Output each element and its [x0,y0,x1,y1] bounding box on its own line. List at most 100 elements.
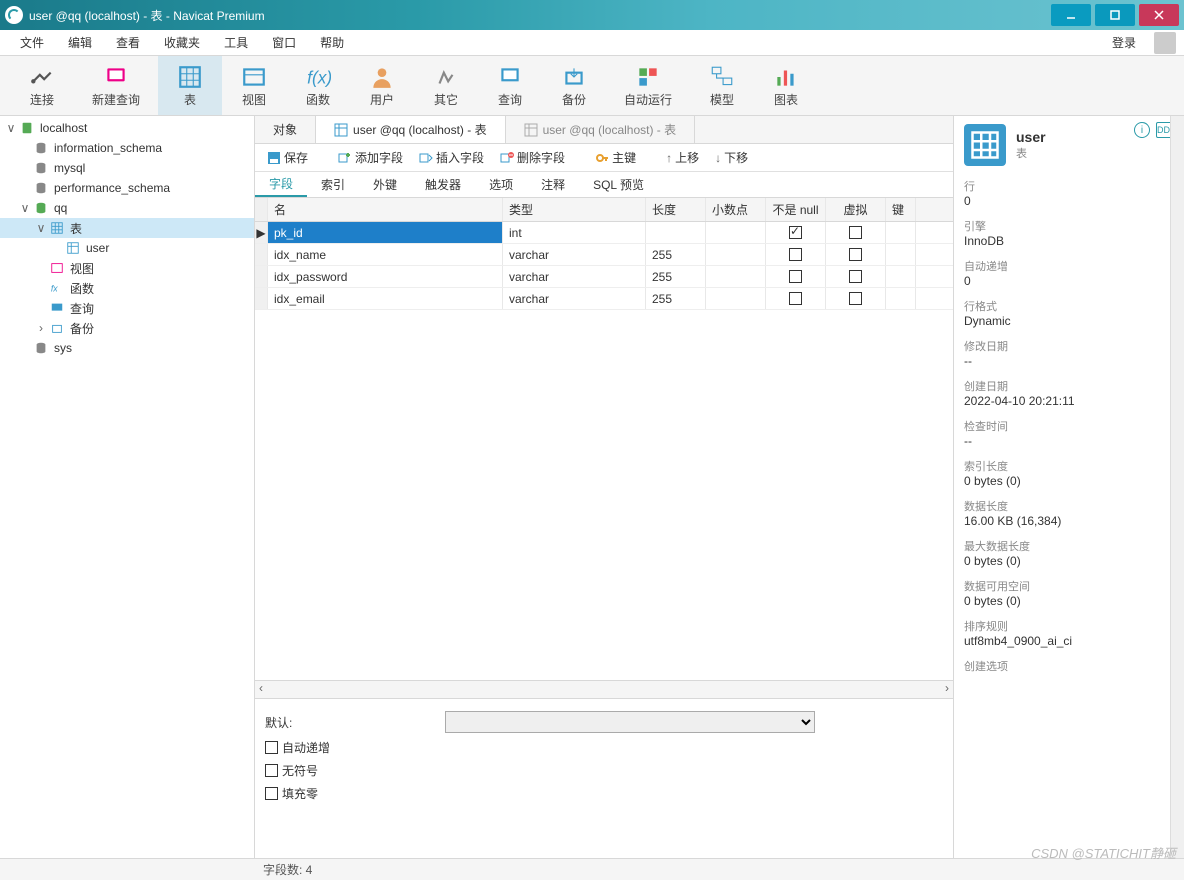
info-property: 自动递增0 [964,258,1174,288]
menu-bar: 文件 编辑 查看 收藏夹 工具 窗口 帮助 登录 [0,30,1184,56]
insert-field-button[interactable]: 插入字段 [413,149,490,166]
col-type[interactable]: 类型 [503,198,646,221]
backup-icon [48,320,66,336]
toolbar-other[interactable]: 其它 [414,56,478,115]
close-button[interactable] [1139,4,1179,26]
info-icon[interactable]: i [1134,122,1150,138]
info-property: 创建日期2022-04-10 20:21:11 [964,378,1174,408]
menu-view[interactable]: 查看 [104,34,152,51]
app-logo-icon [5,6,23,24]
maximize-button[interactable] [1095,4,1135,26]
primary-key-button[interactable]: 主键 [589,149,642,166]
col-notnull[interactable]: 不是 null [766,198,826,221]
login-button[interactable]: 登录 [1100,34,1148,51]
vertical-scrollbar[interactable] [1170,116,1184,858]
tree-queries[interactable]: 查询 [0,298,254,318]
toolbar-model[interactable]: 模型 [690,56,754,115]
toolbar-table[interactable]: 表 [158,56,222,115]
toolbar-view[interactable]: 视图 [222,56,286,115]
tab-user-inactive[interactable]: user @qq (localhost) - 表 [506,116,696,143]
default-label: 默认: [265,714,445,731]
tree-db-mysql[interactable]: mysql [0,158,254,178]
toolbar-user[interactable]: 用户 [350,56,414,115]
main-toolbar: 连接 新建查询 表 视图 f(x)函数 用户 其它 查询 备份 自动运行 模型 … [0,56,1184,116]
tree-db-sys[interactable]: sys [0,338,254,358]
tab-objects[interactable]: 对象 [255,116,316,143]
menu-edit[interactable]: 编辑 [56,34,104,51]
tree-connection-localhost[interactable]: ∨ localhost [0,118,254,138]
subtab-indexes[interactable]: 索引 [307,172,359,197]
subtab-fields[interactable]: 字段 [255,172,307,197]
toolbar-new-query[interactable]: 新建查询 [74,56,158,115]
subtab-sql-preview[interactable]: SQL 预览 [579,172,658,197]
menu-favorites[interactable]: 收藏夹 [152,34,212,51]
tree-functions[interactable]: fx函数 [0,278,254,298]
default-select[interactable] [445,711,815,733]
avatar-icon[interactable] [1154,32,1176,54]
grid-body[interactable]: ▶ pk_id int idx_name varchar 255 idx_pas… [255,222,953,680]
info-subtitle: 表 [1016,145,1046,161]
toolbar-function[interactable]: f(x)函数 [286,56,350,115]
svg-text:fx: fx [51,284,58,294]
move-down-button[interactable]: ↓下移 [709,149,754,166]
zerofill-checkbox[interactable]: 填充零 [265,785,445,802]
subtab-comment[interactable]: 注释 [527,172,579,197]
add-field-button[interactable]: 添加字段 [332,149,409,166]
window-title: user @qq (localhost) - 表 - Navicat Premi… [29,7,1047,24]
grid-row[interactable]: idx_password varchar 255 [255,266,953,288]
menu-file[interactable]: 文件 [8,34,56,51]
tree-backups[interactable]: ›备份 [0,318,254,338]
auto-increment-checkbox[interactable]: 自动递增 [265,739,445,756]
save-button[interactable]: 保存 [261,149,314,166]
info-property: 引擎InnoDB [964,218,1174,248]
col-virtual[interactable]: 虚拟 [826,198,886,221]
col-decimal[interactable]: 小数点 [706,198,766,221]
tab-user-active[interactable]: user @qq (localhost) - 表 [316,116,506,143]
fields-grid: 名 类型 长度 小数点 不是 null 虚拟 键 ▶ pk_id int idx… [255,198,953,698]
toolbar-backup[interactable]: 备份 [542,56,606,115]
view-icon [48,260,66,276]
info-panel: i DDL user 表 行0引擎InnoDB自动递增0行格式Dynamic修改… [954,116,1184,858]
move-up-button[interactable]: ↑上移 [660,149,705,166]
col-name[interactable]: 名 [268,198,503,221]
info-property: 索引长度0 bytes (0) [964,458,1174,488]
toolbar-autorun[interactable]: 自动运行 [606,56,690,115]
title-bar: user @qq (localhost) - 表 - Navicat Premi… [0,0,1184,30]
tree-db-performance-schema[interactable]: performance_schema [0,178,254,198]
tree-views[interactable]: 视图 [0,258,254,278]
toolbar-connect[interactable]: 连接 [10,56,74,115]
function-icon: fx [48,280,66,296]
info-title: user [1016,129,1046,145]
table-group-icon [48,220,66,236]
tree-db-qq[interactable]: ∨qq [0,198,254,218]
status-field-count: 字段数: 4 [263,861,312,878]
subtab-foreign-keys[interactable]: 外键 [359,172,411,197]
grid-row[interactable]: idx_email varchar 255 [255,288,953,310]
col-key[interactable]: 键 [886,198,916,221]
grid-row[interactable]: ▶ pk_id int [255,222,953,244]
info-property: 数据长度16.00 KB (16,384) [964,498,1174,528]
tree-tables[interactable]: ∨表 [0,218,254,238]
info-property: 修改日期-- [964,338,1174,368]
database-icon [32,140,50,156]
menu-help[interactable]: 帮助 [308,34,356,51]
table-icon [524,123,538,137]
grid-row[interactable]: idx_name varchar 255 [255,244,953,266]
tree-db-information-schema[interactable]: information_schema [0,138,254,158]
toolbar-query[interactable]: 查询 [478,56,542,115]
menu-tools[interactable]: 工具 [212,34,260,51]
center-panel: 对象 user @qq (localhost) - 表 user @qq (lo… [255,116,954,858]
database-icon [32,180,50,196]
minimize-button[interactable] [1051,4,1091,26]
horizontal-scrollbar[interactable] [255,680,953,698]
unsigned-checkbox[interactable]: 无符号 [265,762,445,779]
designer-subtabs: 字段 索引 外键 触发器 选项 注释 SQL 预览 [255,172,953,198]
tree-table-user[interactable]: user [0,238,254,258]
menu-window[interactable]: 窗口 [260,34,308,51]
subtab-options[interactable]: 选项 [475,172,527,197]
subtab-triggers[interactable]: 触发器 [411,172,475,197]
sidebar-tree[interactable]: ∨ localhost information_schema mysql per… [0,116,255,858]
delete-field-button[interactable]: 删除字段 [494,149,571,166]
toolbar-chart[interactable]: 图表 [754,56,818,115]
col-length[interactable]: 长度 [646,198,706,221]
